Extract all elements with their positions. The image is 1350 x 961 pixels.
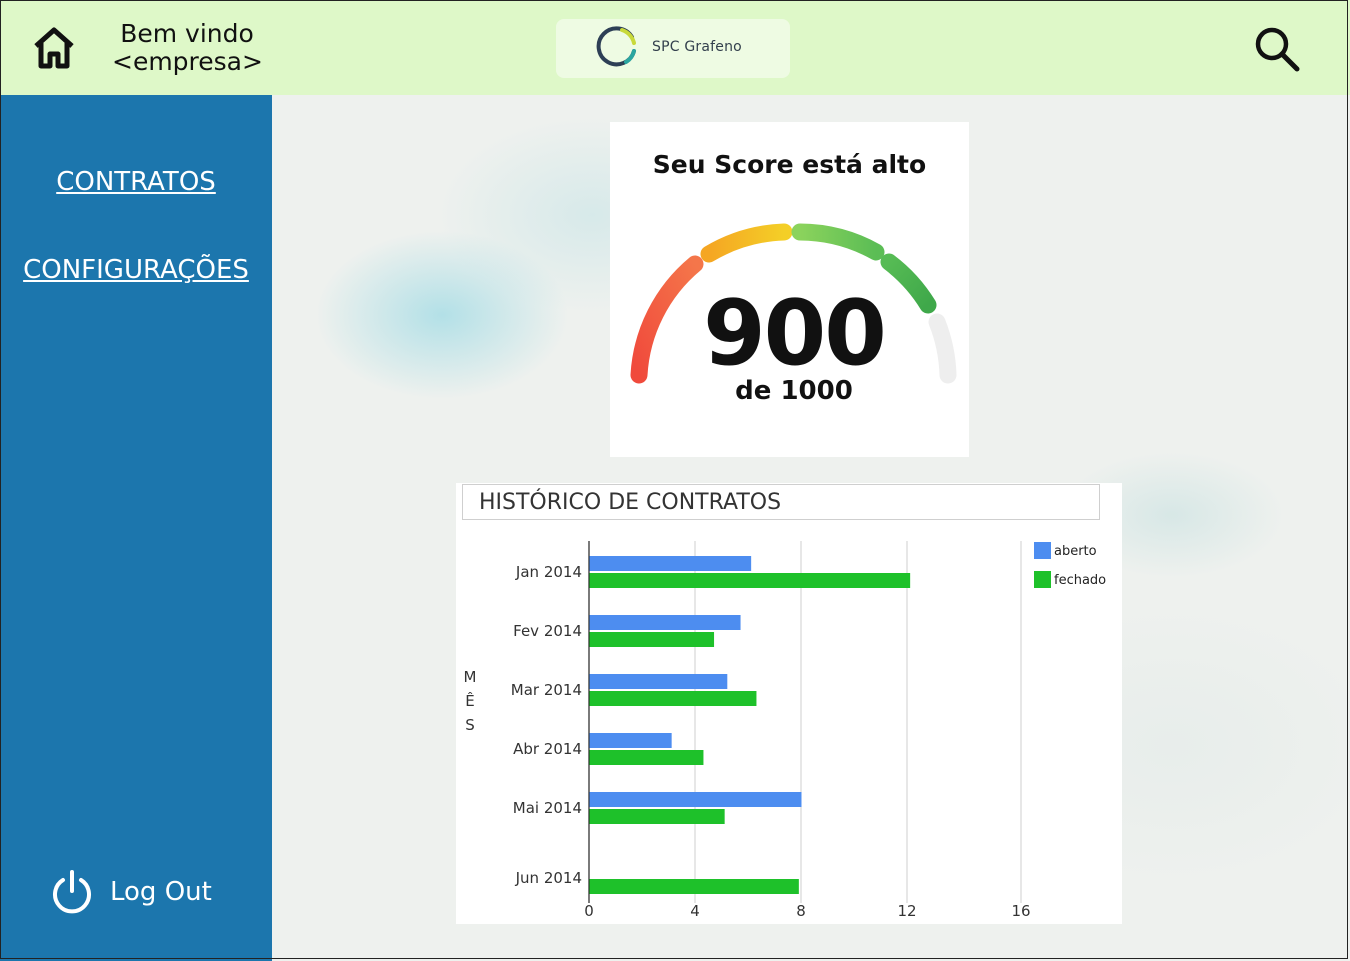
bar-aberto bbox=[589, 733, 672, 748]
top-header: Bem vindo <empresa> SPC Grafeno bbox=[0, 0, 1350, 95]
welcome-line-2: <empresa> bbox=[112, 47, 263, 76]
bar-aberto bbox=[589, 792, 802, 807]
y-axis-label-letter: M bbox=[464, 668, 477, 686]
logout-label: Log Out bbox=[110, 877, 212, 907]
bar-fechado bbox=[589, 809, 725, 824]
brand-logo-box: SPC Grafeno bbox=[556, 19, 790, 78]
x-tick-label: 16 bbox=[1011, 902, 1030, 920]
bar-aberto bbox=[589, 615, 741, 630]
bar-fechado bbox=[589, 632, 715, 647]
x-tick-label: 0 bbox=[584, 902, 594, 920]
bar-aberto bbox=[589, 674, 728, 689]
sidebar-item-contratos[interactable]: CONTRATOS bbox=[0, 167, 272, 197]
legend-swatch-aberto bbox=[1034, 542, 1051, 559]
spc-grafeno-logo-icon bbox=[596, 26, 636, 67]
bar-fechado bbox=[589, 750, 704, 765]
score-max: de 1000 bbox=[735, 376, 853, 406]
y-tick-label: Mai 2014 bbox=[513, 799, 582, 817]
gauge-segment-yellow bbox=[700, 223, 793, 263]
y-tick-label: Jun 2014 bbox=[515, 869, 582, 887]
y-tick-label: Mar 2014 bbox=[511, 681, 582, 699]
gauge-segment-light-green bbox=[791, 223, 885, 261]
legend-label-fechado: fechado bbox=[1054, 573, 1106, 588]
y-axis-label-letter: S bbox=[465, 716, 475, 734]
bar-fechado bbox=[589, 879, 799, 894]
y-tick-label: Abr 2014 bbox=[513, 740, 582, 758]
x-tick-label: 8 bbox=[796, 902, 806, 920]
score-card: Seu Score está alto 900 de 1000 bbox=[610, 122, 969, 457]
sidebar-item-configuracoes[interactable]: CONFIGURAÇÕES bbox=[0, 255, 272, 285]
y-axis-label-letter: Ê bbox=[465, 691, 474, 710]
logout-button[interactable]: Log Out bbox=[50, 869, 212, 915]
x-tick-label: 4 bbox=[690, 902, 700, 920]
bar-aberto bbox=[589, 556, 752, 571]
bar-chart: 0481216MÊSMÊSJan 2014Fev 2014Mar 2014Abr… bbox=[464, 541, 1106, 920]
bar-fechado bbox=[589, 691, 757, 706]
score-value: 900 bbox=[703, 281, 887, 386]
bar-fechado bbox=[589, 573, 911, 588]
contracts-history-chart: HISTÓRICO DE CONTRATOS 0481216MÊSMÊSJan … bbox=[456, 483, 1122, 924]
sidebar: CONTRATOS CONFIGURAÇÕES Log Out bbox=[0, 95, 272, 961]
search-button[interactable] bbox=[1252, 24, 1302, 74]
search-icon bbox=[1255, 27, 1300, 72]
welcome-message: Bem vindo <empresa> bbox=[112, 19, 263, 76]
brand-name: SPC Grafeno bbox=[652, 39, 742, 55]
legend-swatch-fechado bbox=[1034, 571, 1051, 588]
welcome-line-1: Bem vindo bbox=[120, 19, 254, 48]
score-title: Seu Score está alto bbox=[652, 150, 927, 179]
legend-label-aberto: aberto bbox=[1054, 544, 1097, 559]
x-tick-label: 12 bbox=[897, 902, 916, 920]
home-icon bbox=[34, 27, 74, 69]
power-icon bbox=[53, 870, 91, 914]
home-button[interactable] bbox=[30, 24, 78, 72]
y-tick-label: Fev 2014 bbox=[513, 622, 582, 640]
y-axis-label: MÊSMÊS bbox=[464, 668, 477, 734]
y-tick-label: Jan 2014 bbox=[515, 563, 582, 581]
